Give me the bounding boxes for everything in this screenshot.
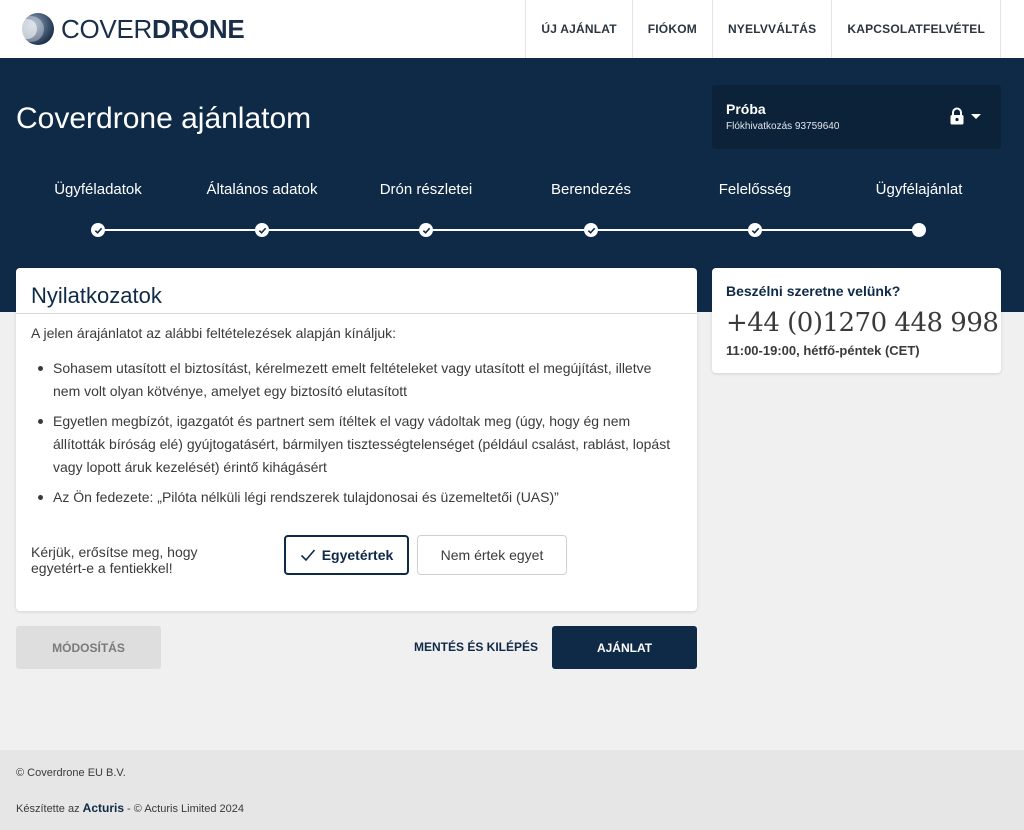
lock-icon — [950, 107, 964, 125]
list-item: Az Ön fedezete: „Pilóta nélküli légi ren… — [31, 486, 681, 509]
step-label-equipment: Berendezés — [550, 181, 632, 198]
quote-button[interactable]: AJÁNLAT — [552, 626, 697, 669]
step-dot-client-quote-current — [912, 223, 926, 237]
nav-my-account[interactable]: FIÓKOM — [631, 0, 712, 58]
page-title: Coverdrone ajánlatom — [16, 102, 312, 135]
step-dot-liability[interactable] — [748, 223, 762, 237]
declarations-intro: A jelen árajánlatot az alábbi feltételez… — [31, 325, 397, 341]
made-by-suffix: - © Acturis Limited 2024 — [124, 803, 244, 815]
step-label-general-details: Általános adatok — [206, 181, 318, 198]
account-reference: Flókhivatkozás 93759640 — [726, 121, 840, 132]
step-dot-drone-details[interactable] — [419, 223, 433, 237]
checkmark-icon — [751, 227, 759, 234]
checkmark-icon — [258, 227, 266, 234]
divider — [16, 313, 697, 314]
declarations-list: Sohasem utasított el biztosítást, kérelm… — [31, 357, 681, 516]
coverdrone-logo[interactable]: COVERDRONE — [17, 9, 245, 49]
account-menu[interactable]: Próba Flókhivatkozás 93759640 — [712, 85, 1001, 149]
main-nav: ÚJ AJÁNLAT FIÓKOM NYELVVÁLTÁS KAPCSOLATF… — [525, 0, 1001, 58]
list-item: Sohasem utasított el biztosítást, kérelm… — [31, 357, 681, 403]
confirm-question: Kérjük, erősítse meg, hogy egyetért-e a … — [31, 544, 198, 576]
modify-button[interactable]: MÓDOSÍTÁS — [16, 626, 161, 669]
declarations-title: Nyilatkozatok — [31, 283, 162, 308]
disagree-button[interactable]: Nem értek egyet — [417, 535, 567, 575]
step-label-client-quote: Ügyfélajánlat — [875, 181, 963, 198]
declarations-card: Nyilatkozatok A jelen árajánlatot az alá… — [16, 268, 697, 611]
save-and-exit-link[interactable]: MENTÉS ÉS KILÉPÉS — [414, 640, 538, 654]
step-dot-equipment[interactable] — [584, 223, 598, 237]
checkmark-icon — [94, 227, 102, 234]
contact-title: Beszélni szeretne velünk? — [726, 283, 901, 299]
contact-phone[interactable]: +44 (0)1270 448 998 — [726, 308, 999, 338]
step-label-liability: Felelősség — [718, 181, 792, 198]
made-by-prefix: Készítette az — [16, 803, 83, 815]
contact-hours: 11:00-19:00, hétfő-péntek (CET) — [726, 343, 920, 358]
progress-stepper: Ügyféladatok Általános adatok Drón részl… — [0, 178, 1024, 248]
stepper-track — [98, 229, 919, 231]
checkmark-icon — [300, 549, 315, 562]
step-label-client-details: Ügyféladatok — [54, 181, 142, 198]
nav-new-quote[interactable]: ÚJ AJÁNLAT — [525, 0, 631, 58]
nav-language-switch[interactable]: NYELVVÁLTÁS — [711, 0, 831, 58]
agree-button[interactable]: Egyetértek — [284, 535, 409, 575]
step-dot-client-details[interactable] — [91, 223, 105, 237]
account-name: Próba — [726, 101, 766, 117]
contact-box: Beszélni szeretne velünk? +44 (0)1270 44… — [712, 268, 1001, 373]
chevron-down-icon — [971, 114, 981, 119]
step-dot-general-details[interactable] — [255, 223, 269, 237]
checkmark-icon — [422, 227, 430, 234]
checkmark-icon — [587, 227, 595, 234]
logo-mark-icon — [17, 13, 54, 45]
footer-copyright: © Coverdrone EU B.V. — [16, 767, 126, 779]
top-header: COVERDRONE ÚJ AJÁNLAT FIÓKOM NYELVVÁLTÁS… — [0, 0, 1024, 58]
acturis-link[interactable]: Acturis — [83, 801, 124, 815]
footer: © Coverdrone EU B.V. Készítette az Actur… — [0, 750, 1024, 830]
footer-made-by: Készítette az Acturis - © Acturis Limite… — [16, 801, 244, 815]
nav-contact[interactable]: KAPCSOLATFELVÉTEL — [831, 0, 1001, 58]
step-label-drone-details: Drón részletei — [379, 181, 473, 198]
list-item: Egyetlen megbízót, igazgatót és partnert… — [31, 410, 681, 479]
agree-label: Egyetértek — [321, 547, 394, 563]
logo-text: COVERDRONE — [61, 13, 245, 44]
